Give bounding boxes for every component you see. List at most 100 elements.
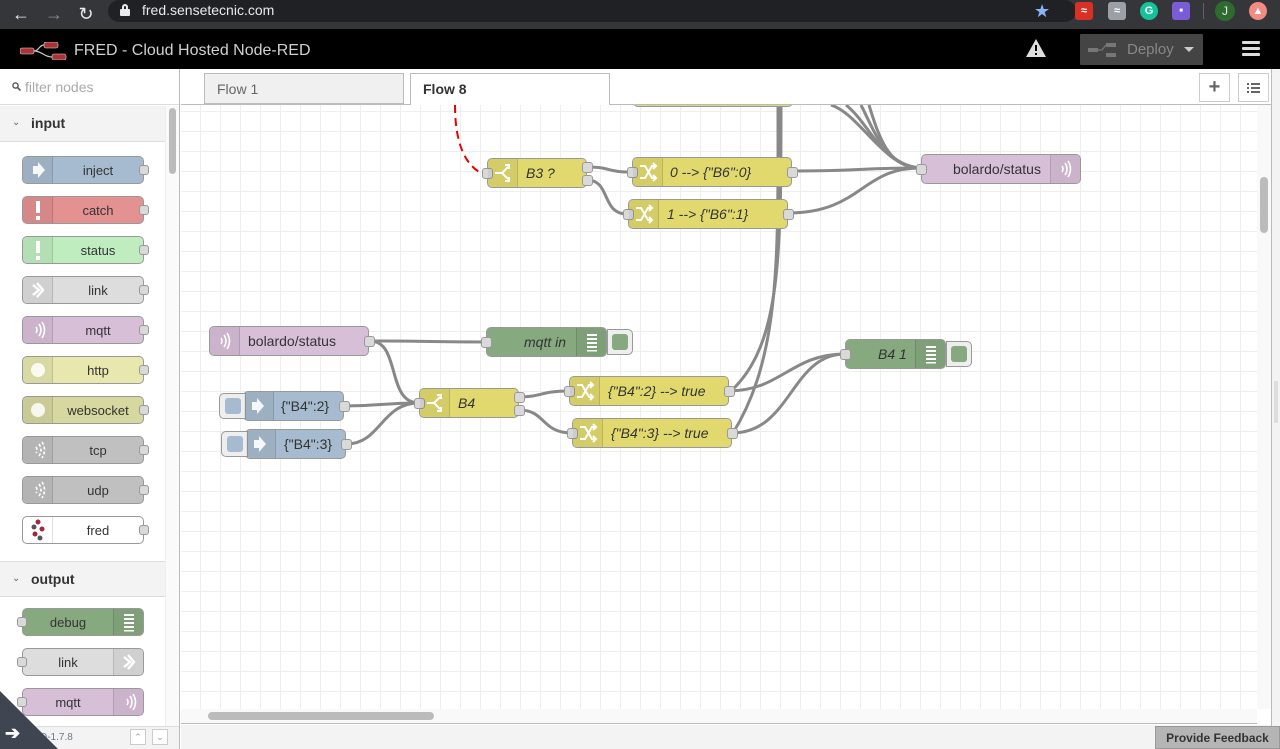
palette-node-debug[interactable]: debug [17,608,144,636]
flow-node-debug-b4-1[interactable]: B4 1 [840,339,972,369]
input-port[interactable] [916,164,927,175]
reload-icon[interactable]: ↻ [75,3,97,25]
category-input-header[interactable]: ⌄ input [0,106,165,142]
url-text[interactable]: fred.sensetecnic.com [142,2,274,18]
output-port[interactable] [341,439,352,450]
profile-avatar[interactable]: J [1215,1,1235,21]
output-port[interactable] [339,401,350,412]
input-port[interactable] [481,337,492,348]
palette-node-inject[interactable]: inject [22,156,149,184]
deploy-label: Deploy [1127,41,1174,58]
flow-node-partial[interactable] [633,105,793,107]
inject-trigger-button[interactable] [219,393,246,419]
debug-icon [113,609,143,635]
horizontal-scrollbar[interactable] [181,709,1257,724]
palette-node-udp-in[interactable]: udp [22,476,149,504]
bridge-icon [23,477,53,503]
rss-feed-gray-icon[interactable]: ≈ [1108,2,1126,20]
palette-node-http-in[interactable]: http [22,356,149,384]
deploy-dropdown-icon[interactable] [1184,47,1194,52]
wire [586,165,632,174]
node-label: websocket [67,403,129,418]
output-port[interactable] [787,167,798,178]
flow-node-inject-b4-2[interactable]: {"B4":2} [219,391,350,421]
node-label: debug [49,615,87,630]
flow-node-inject-b4-3[interactable]: {"B4":3} [221,429,352,459]
palette-node-status[interactable]: status [22,236,149,264]
warning-icon[interactable] [1025,38,1047,58]
alert-icon [23,197,53,223]
list-flows-button[interactable] [1238,73,1269,102]
flow-node-change-b4-2[interactable]: {"B4":2} --> true [564,376,735,406]
palette-node-catch[interactable]: catch [22,196,149,224]
node-label: {"B4":3} --> true [611,425,709,441]
output-port[interactable] [364,336,375,347]
vertical-scrollbar-thumb[interactable] [1260,177,1268,233]
add-flow-button[interactable]: + [1199,73,1230,102]
node-label: udp [87,483,109,498]
wire [731,352,846,435]
sidebar-resize-handle[interactable] [1274,381,1278,423]
node-label: {"B4":2} [281,398,330,414]
palette-scrollbar-thumb[interactable] [169,108,176,174]
shuffle-icon [570,377,600,405]
expand-all-button[interactable]: ⌄ [152,729,168,745]
output-port[interactable] [783,209,794,220]
provide-feedback-button[interactable]: Provide Feedback [1155,726,1280,749]
flow-node-change-b4-3[interactable]: {"B4":3} --> true [567,418,738,448]
palette-node-fred[interactable]: fred [22,516,149,544]
tab-label: Flow 8 [423,81,467,97]
hamburger-menu-icon[interactable] [1242,41,1260,57]
debug-toggle-button[interactable] [946,341,972,367]
back-icon[interactable]: ← [10,3,32,25]
horizontal-scrollbar-thumb[interactable] [208,712,434,720]
rss-feed-red-icon[interactable]: ≈ [1075,2,1093,20]
node-label: bolardo/status [248,333,336,349]
tab-flow-8[interactable]: Flow 8 [410,73,610,106]
flow-node-change-b6-1[interactable]: 1 --> {"B6":1} [623,199,794,229]
vertical-scrollbar[interactable] [1257,105,1271,709]
palette-node-mqtt-in[interactable]: mqtt [22,316,149,344]
bookmark-star-icon[interactable]: ★ [1034,0,1050,22]
palette-node-tcp-in[interactable]: tcp [22,436,149,464]
wire [369,339,420,405]
filter-nodes-input[interactable] [25,78,173,96]
input-port[interactable] [840,349,851,360]
deploy-button[interactable]: Deploy [1080,34,1203,65]
flow-node-change-b6-0[interactable]: 0 --> {"B6":0} [627,157,798,187]
palette-node-websocket-in[interactable]: websocket [22,396,149,424]
output-port-2[interactable] [582,175,593,186]
grammarly-icon[interactable]: G [1140,2,1158,20]
wire [518,408,573,435]
palette-node-link-out[interactable]: link [17,648,144,676]
collapse-all-button[interactable]: ⌃ [130,729,146,745]
debug-toggle-button[interactable] [607,329,633,355]
palette-node-link-in[interactable]: link [22,276,149,304]
address-bar[interactable]: fred.sensetecnic.com [108,0,1076,22]
flow-node-debug-mqtt-in[interactable]: mqtt in [481,327,633,357]
flow-node-mqtt-in[interactable]: bolardo/status [209,326,375,356]
extension-purple-icon[interactable]: ■ [1172,2,1190,20]
output-port-2[interactable] [514,405,525,416]
bridge-icon [1050,155,1080,183]
tab-flow-1[interactable]: Flow 1 [204,73,404,104]
bridge-icon [113,689,143,715]
update-icon[interactable]: ▲ [1249,2,1267,20]
node-label: 0 --> {"B6":0} [670,164,752,180]
flow-canvas[interactable]: B3 ? 0 --> {"B6":0} 1 --> {"B6":1} bolar… [181,105,1257,709]
output-port[interactable] [727,428,738,439]
flow-node-switch-b4[interactable]: B4 [414,388,525,418]
output-port[interactable] [724,386,735,397]
palette-scrollbar[interactable] [165,106,179,726]
bridge-icon [23,437,53,463]
forward-icon[interactable]: → [43,3,65,25]
output-port [139,285,149,295]
flow-node-mqtt-out[interactable]: bolardo/status [916,154,1081,184]
category-output-header[interactable]: ⌄ output [0,561,165,597]
inject-trigger-button[interactable] [221,431,248,457]
flow-node-switch-b3[interactable]: B3 ? [482,158,593,188]
arrow-right-icon[interactable]: ➔ [5,723,20,744]
output-port-1[interactable] [514,392,525,403]
deploy-icon [1088,43,1116,57]
output-port-1[interactable] [582,162,593,173]
